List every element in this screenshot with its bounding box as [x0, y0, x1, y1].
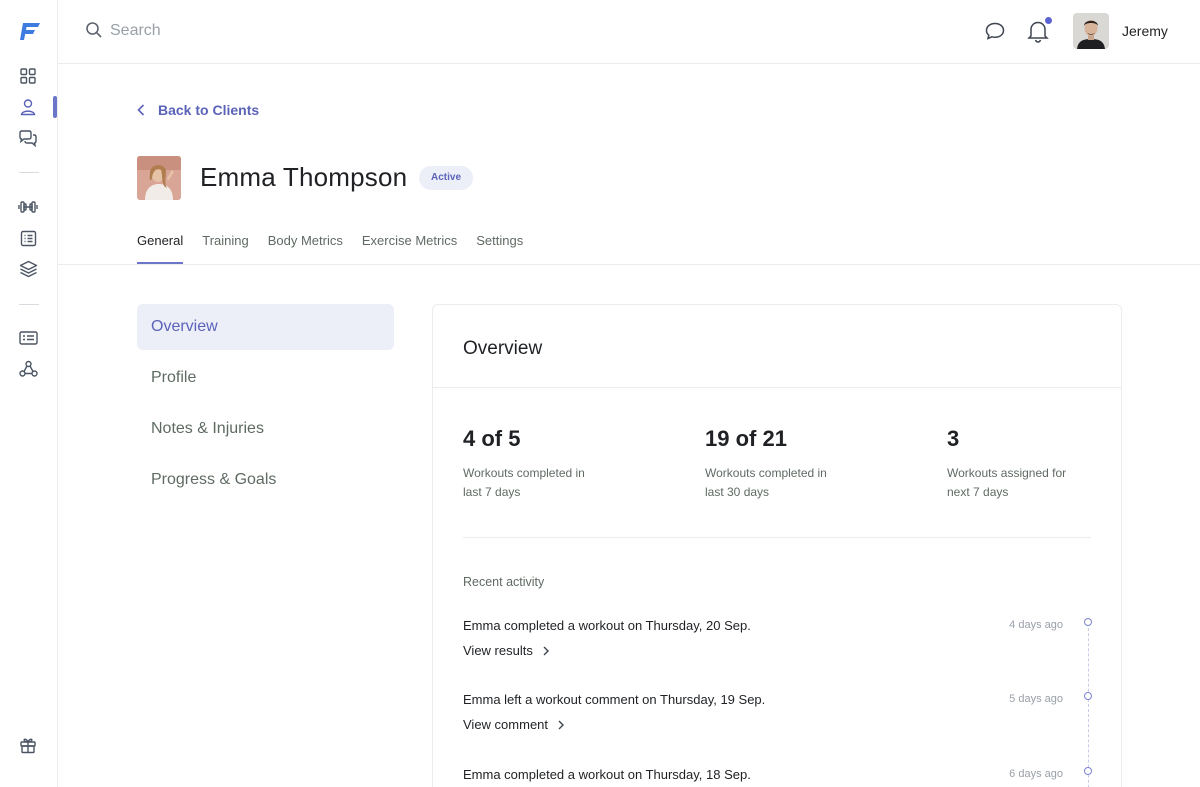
view-comment-link[interactable]: View comment — [463, 717, 565, 732]
stats-divider — [463, 537, 1091, 538]
activity-time: 6 days ago — [1009, 768, 1063, 780]
search-icon — [86, 22, 102, 38]
activity-time: 5 days ago — [1009, 693, 1063, 705]
webhook-icon[interactable] — [17, 358, 39, 380]
message-icon[interactable] — [984, 20, 1006, 42]
tab-general[interactable]: General — [137, 233, 184, 264]
list-icon[interactable] — [17, 227, 39, 249]
user-icon[interactable] — [17, 96, 39, 118]
activity-item: Emma left a workout comment on Thursday,… — [463, 692, 1063, 734]
user-avatar[interactable] — [1073, 13, 1109, 49]
stat-caption: Workouts completed in last 30 days — [705, 464, 875, 502]
dumbbell-icon[interactable] — [17, 196, 39, 218]
overview-title: Overview — [463, 338, 543, 359]
stat-caption-line: next 7 days — [947, 485, 1009, 499]
back-link-label: Back to Clients — [158, 102, 260, 118]
activity-link-label: View results — [463, 643, 533, 658]
timeline-dot — [1084, 692, 1092, 700]
stat-next-7-days: 3 Workouts assigned for next 7 days — [947, 426, 1117, 502]
client-avatar — [137, 156, 181, 200]
status-badge: Active — [419, 166, 474, 190]
stat-value: 3 — [947, 426, 960, 451]
timeline-dot — [1084, 767, 1092, 775]
client-tabs: General Training Body Metrics Exercise M… — [137, 233, 523, 264]
activity-item: Emma completed a workout on Thursday, 18… — [463, 767, 1063, 782]
activity-time: 4 days ago — [1009, 619, 1063, 631]
chevron-right-icon — [543, 646, 549, 655]
chat-bubbles-icon[interactable] — [17, 127, 39, 149]
gift-icon[interactable] — [17, 734, 39, 756]
stat-value: 4 of 5 — [463, 426, 521, 451]
stat-last-7-days: 4 of 5 Workouts completed in last 7 days — [463, 426, 633, 502]
dashboard-icon[interactable] — [17, 65, 39, 87]
back-to-clients-link[interactable]: Back to Clients — [137, 102, 259, 118]
stat-caption-line: last 7 days — [463, 485, 521, 499]
section-nav-profile[interactable]: Profile — [137, 355, 394, 401]
client-name: Emma Thompson — [200, 162, 408, 192]
top-bar: Jeremy — [58, 0, 1200, 64]
section-nav: Overview Profile Notes & Injuries Progre… — [137, 304, 394, 508]
user-name[interactable]: Jeremy — [1122, 23, 1168, 39]
view-results-link[interactable]: View results — [463, 643, 549, 658]
recent-activity-title: Recent activity — [463, 575, 545, 589]
tab-exercise-metrics[interactable]: Exercise Metrics — [362, 233, 457, 264]
search-input[interactable] — [110, 18, 410, 44]
tabs-divider — [58, 264, 1200, 265]
tab-settings[interactable]: Settings — [476, 233, 523, 264]
layers-icon[interactable] — [17, 258, 39, 280]
section-nav-notes-injuries[interactable]: Notes & Injuries — [137, 406, 394, 452]
stat-caption: Workouts assigned for next 7 days — [947, 464, 1117, 502]
stat-caption-line: last 30 days — [705, 485, 770, 499]
id-card-icon[interactable] — [17, 327, 39, 349]
stat-caption-line: Workouts completed in — [705, 466, 827, 480]
stat-caption-line: Workouts completed in — [463, 466, 585, 480]
rail-divider — [19, 304, 39, 305]
rail-active-indicator — [53, 96, 57, 118]
notifications-button[interactable] — [1027, 17, 1052, 43]
stat-caption: Workouts completed in last 7 days — [463, 464, 633, 502]
left-rail — [0, 0, 58, 787]
activity-timeline — [1088, 623, 1089, 787]
chevron-left-icon — [137, 104, 145, 116]
activity-item: Emma completed a workout on Thursday, 20… — [463, 618, 1063, 660]
activity-link-label: View comment — [463, 717, 549, 732]
stat-value: 19 of 21 — [705, 426, 787, 451]
timeline-dot — [1084, 618, 1092, 626]
app-logo[interactable] — [18, 20, 42, 42]
overview-card: Overview 4 of 5 Workouts completed in la… — [432, 304, 1122, 787]
section-nav-progress-goals[interactable]: Progress & Goals — [137, 457, 394, 503]
rail-divider — [19, 172, 39, 173]
stat-last-30-days: 19 of 21 Workouts completed in last 30 d… — [705, 426, 875, 502]
tab-training[interactable]: Training — [202, 233, 248, 264]
stat-caption-line: Workouts assigned for — [947, 466, 1067, 480]
tab-body-metrics[interactable]: Body Metrics — [268, 233, 343, 264]
section-nav-overview[interactable]: Overview — [137, 304, 394, 350]
card-divider — [433, 387, 1121, 388]
notification-dot — [1045, 17, 1052, 24]
chevron-right-icon — [558, 720, 565, 729]
